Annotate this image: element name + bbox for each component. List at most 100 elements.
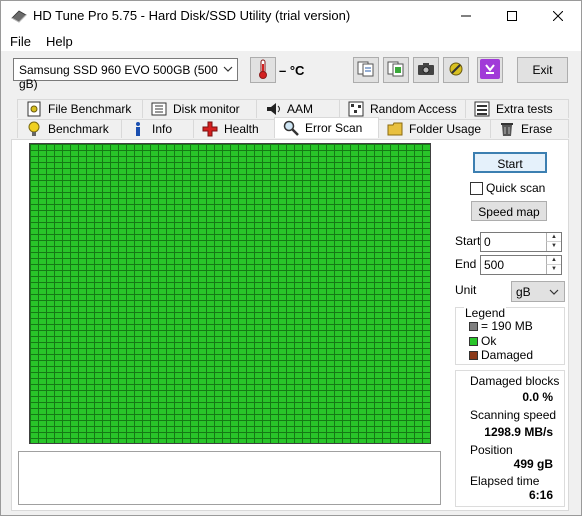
quick-scan-checkbox[interactable] (470, 182, 483, 195)
legend-swatch-green (469, 336, 478, 346)
menu-help[interactable]: Help (46, 34, 73, 49)
tab-label: AAM (287, 102, 314, 116)
start-field-label: Start (455, 234, 481, 248)
temperature-button[interactable] (250, 57, 276, 83)
legend-item-block-size: = 190 MB (469, 319, 533, 333)
speaker-icon (265, 101, 281, 117)
scan-block-map (29, 143, 431, 444)
legend-item-label: Ok (481, 334, 497, 348)
camera-icon (417, 62, 435, 79)
temperature-readout: – °C (279, 63, 305, 78)
start-position-value: 0 (484, 235, 491, 249)
chevron-down-icon (549, 286, 559, 300)
scanning-speed-value: 1298.9 MB/s (484, 425, 553, 439)
start-scan-button[interactable]: Start (473, 152, 547, 173)
copy-text-button[interactable] (353, 57, 379, 83)
damaged-blocks-label: Damaged blocks (470, 374, 560, 388)
tab-label: Random Access (370, 102, 457, 116)
unit-select[interactable]: gB (511, 281, 565, 302)
magnifier-icon (283, 120, 299, 136)
tab-label: File Benchmark (48, 102, 132, 116)
unit-select-value: gB (516, 285, 531, 299)
extra-tests-icon (474, 101, 490, 117)
legend-item-label: = 190 MB (481, 319, 533, 333)
download-arrow-icon (480, 58, 500, 82)
tab-aam[interactable]: AAM (256, 99, 340, 118)
thermometer-icon (258, 59, 268, 82)
tab-error-scan[interactable]: Error Scan (274, 117, 379, 138)
drive-select-value: Samsung SSD 960 EVO 500GB (500 gB) (19, 63, 218, 91)
legend-item-label: Damaged (481, 348, 534, 362)
menu-bar: File Help (1, 31, 581, 51)
random-access-icon (348, 101, 364, 117)
position-label: Position (470, 443, 513, 457)
save-download-button[interactable] (477, 57, 503, 83)
minimize-button[interactable] (443, 1, 489, 31)
legend-swatch-red (469, 350, 478, 360)
scan-log-box[interactable] (18, 451, 441, 505)
options-button[interactable] (443, 57, 469, 83)
title-bar: HD Tune Pro 5.75 - Hard Disk/SSD Utility… (1, 1, 581, 31)
tab-label: Folder Usage (409, 122, 482, 136)
tab-label: Error Scan (305, 121, 363, 135)
damaged-blocks-value: 0.0 % (522, 390, 553, 404)
scan-stats-box: Damaged blocks 0.0 % Scanning speed 1298… (455, 370, 565, 507)
spin-up-icon[interactable]: ▲ (546, 256, 561, 265)
unit-label: Unit (455, 283, 477, 297)
legend-title: Legend (464, 306, 507, 320)
chevron-down-icon (223, 63, 233, 77)
spin-down-icon[interactable]: ▼ (546, 265, 561, 274)
tab-label: Health (224, 122, 259, 136)
tab-benchmark[interactable]: Benchmark (17, 119, 122, 138)
report-document-icon (387, 61, 405, 80)
legend-box: Legend = 190 MB Ok Damaged (455, 306, 565, 365)
maximize-button[interactable] (489, 1, 535, 31)
menu-file[interactable]: File (10, 34, 31, 49)
start-position-input[interactable]: 0 ▲ ▼ (480, 232, 562, 252)
tab-info[interactable]: Info (121, 119, 194, 138)
quick-scan-label: Quick scan (486, 181, 546, 195)
copy-document-icon (357, 61, 375, 80)
copy-report-button[interactable] (383, 57, 409, 83)
screenshot-button[interactable] (413, 57, 439, 83)
disk-monitor-icon (151, 101, 167, 117)
legend-swatch-gray (469, 321, 478, 331)
tab-label: Benchmark (48, 122, 109, 136)
app-window: HD Tune Pro 5.75 - Hard Disk/SSD Utility… (0, 0, 582, 516)
speed-map-button[interactable]: Speed map (471, 201, 547, 221)
close-button[interactable] (535, 1, 581, 31)
legend-item-ok: Ok (469, 334, 496, 348)
tab-extra-tests[interactable]: Extra tests (465, 99, 569, 118)
health-cross-icon (202, 121, 218, 137)
elapsed-time-label: Elapsed time (470, 474, 540, 488)
tab-random-access[interactable]: Random Access (339, 99, 466, 118)
scanning-speed-label: Scanning speed (470, 408, 557, 422)
folder-icon (387, 121, 403, 137)
tab-disk-monitor[interactable]: Disk monitor (142, 99, 257, 118)
legend-item-damaged: Damaged (469, 348, 533, 362)
end-position-input[interactable]: 500 ▲ ▼ (480, 255, 562, 275)
trash-icon (499, 121, 515, 137)
tab-folder-usage[interactable]: Folder Usage (378, 119, 491, 138)
tab-label: Info (152, 122, 173, 136)
tab-file-benchmark[interactable]: File Benchmark (17, 99, 143, 118)
spin-down-icon[interactable]: ▼ (546, 242, 561, 251)
end-field-label: End (455, 257, 477, 271)
position-value: 499 gB (513, 457, 553, 471)
tab-label: Erase (521, 122, 553, 136)
spin-up-icon[interactable]: ▲ (546, 233, 561, 242)
end-position-value: 500 (484, 258, 505, 272)
tab-health[interactable]: Health (193, 119, 275, 138)
tab-erase[interactable]: Erase (490, 119, 569, 138)
elapsed-time-value: 6:16 (528, 488, 553, 502)
wrench-options-icon (447, 60, 465, 81)
exit-button[interactable]: Exit (517, 57, 568, 83)
app-disk-icon (11, 9, 27, 23)
info-icon (130, 121, 146, 137)
drive-select[interactable]: Samsung SSD 960 EVO 500GB (500 gB) (13, 58, 238, 91)
window-title: HD Tune Pro 5.75 - Hard Disk/SSD Utility… (33, 8, 351, 23)
lightbulb-icon (26, 121, 42, 137)
tab-label: Disk monitor (173, 102, 240, 116)
file-benchmark-icon (26, 101, 42, 117)
tab-label: Extra tests (496, 102, 553, 116)
